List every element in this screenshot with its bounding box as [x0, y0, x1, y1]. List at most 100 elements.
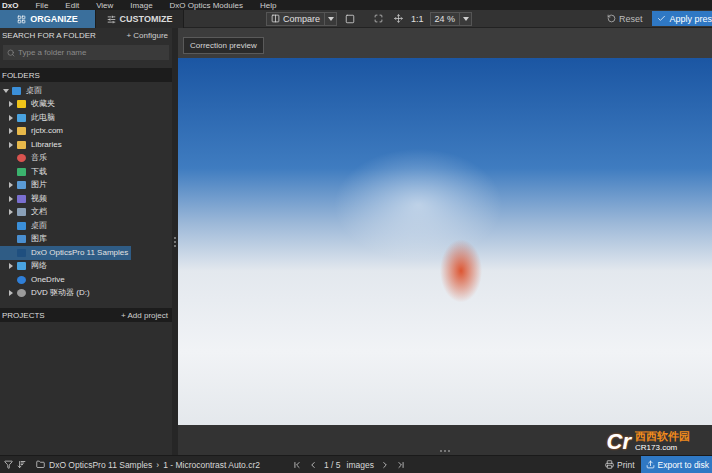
expand-arrow[interactable] — [8, 127, 14, 135]
zoom-select[interactable]: 24 % — [430, 12, 473, 26]
folder-icon — [17, 127, 26, 135]
menu-item[interactable]: File — [35, 1, 48, 10]
gallery-icon — [17, 235, 26, 243]
folder-item[interactable]: 桌面 — [0, 219, 172, 233]
folder-icon — [17, 141, 26, 149]
expand-arrow[interactable] — [8, 289, 14, 297]
expand-arrow[interactable] — [8, 181, 14, 189]
expand-arrow[interactable] — [8, 114, 14, 122]
expand-arrow[interactable] — [8, 100, 14, 108]
star-icon — [17, 100, 26, 108]
search-header: SEARCH FOR A FOLDER+ Configure — [0, 28, 172, 42]
folder-item[interactable]: 网络 — [0, 260, 172, 274]
app-logo: DxO — [2, 1, 18, 10]
folder-item[interactable]: 收藏夹 — [0, 98, 172, 112]
folder-item[interactable]: 图片 — [0, 179, 172, 193]
correction-preview-button[interactable]: Correction preview — [183, 37, 264, 54]
next-icon — [380, 460, 390, 470]
expand-arrow[interactable] — [3, 87, 9, 95]
last-image-button[interactable] — [396, 460, 406, 470]
menu-item[interactable]: View — [96, 1, 113, 10]
apply-preset-button[interactable]: Apply pres — [652, 11, 712, 26]
fit-icon — [374, 14, 383, 23]
export-button[interactable]: Export to disk — [641, 456, 712, 473]
fit-button[interactable] — [371, 12, 385, 26]
compare-dropdown[interactable] — [324, 13, 336, 25]
download-icon — [17, 168, 26, 176]
breadcrumb-separator: › — [156, 460, 159, 470]
pan-button[interactable] — [391, 12, 405, 26]
expand-arrow[interactable] — [8, 141, 14, 149]
last-icon — [396, 460, 406, 470]
filter-icon[interactable] — [4, 460, 13, 469]
cloud-icon — [17, 276, 26, 284]
sliders-icon — [107, 15, 116, 24]
expand-arrow[interactable] — [8, 262, 14, 270]
reset-button[interactable]: Reset — [603, 12, 647, 26]
watermark: Cr西西软件园CR173.com — [607, 430, 690, 454]
folder-item[interactable]: 下载 — [0, 165, 172, 179]
grid-icon — [17, 15, 26, 24]
folder-item[interactable]: 图库 — [0, 233, 172, 247]
first-image-button[interactable] — [292, 460, 302, 470]
desktop-icon — [17, 222, 26, 230]
expand-arrow[interactable] — [8, 208, 14, 216]
folder-item[interactable]: Libraries — [0, 138, 172, 152]
split-view-button[interactable] — [343, 12, 357, 26]
sort-icon[interactable] — [17, 460, 26, 469]
folder-item[interactable]: OneDrive — [0, 273, 172, 287]
export-icon — [646, 460, 655, 469]
viewer: Correction preview — [178, 28, 712, 455]
folder-tree: 桌面收藏夹此电脑rjctx.comLibraries音乐下载图片视频文档桌面图库… — [0, 82, 172, 308]
image-counter-unit: images — [347, 460, 374, 470]
disc-icon — [17, 289, 26, 297]
app-window: DxO File Edit View Image DxO Optics Modules He… — [0, 0, 712, 473]
next-image-button[interactable] — [380, 460, 390, 470]
mode-tab[interactable]: ORGANIZE — [0, 10, 96, 28]
dxo-icon — [17, 249, 26, 257]
folder-item[interactable]: rjctx.com — [0, 125, 172, 139]
menu-item[interactable]: Image — [130, 1, 152, 10]
doc-icon — [17, 208, 26, 216]
photo-preview — [178, 58, 712, 425]
menu-item[interactable]: Help — [260, 1, 276, 10]
folder-item[interactable]: DVD 驱动器 (D:) — [0, 287, 172, 301]
folder-item[interactable]: 音乐 — [0, 152, 172, 166]
print-button[interactable]: Print — [605, 460, 634, 470]
expand-arrow — [8, 249, 14, 257]
music-icon — [17, 154, 26, 162]
menu-item[interactable]: DxO Optics Modules — [170, 1, 243, 10]
folder-search-input[interactable] — [18, 48, 165, 57]
configure-button[interactable]: + Configure — [126, 31, 168, 40]
network-icon — [17, 262, 26, 270]
zoom-one-to-one[interactable]: 1:1 — [411, 14, 424, 24]
folder-item[interactable]: DxO OpticsPro 11 Samples — [0, 246, 131, 260]
apply-icon — [657, 14, 666, 23]
folder-item[interactable]: 视频 — [0, 192, 172, 206]
reset-icon — [607, 14, 616, 23]
watermark-url: CR173.com — [635, 442, 690, 453]
add-project-button[interactable]: + Add project — [121, 311, 168, 320]
menu-item[interactable]: Edit — [65, 1, 79, 10]
filmstrip-handle[interactable] — [178, 425, 712, 455]
mode-tab[interactable]: CUSTOMIZE — [96, 10, 184, 28]
folder-item[interactable]: 此电脑 — [0, 111, 172, 125]
picture-icon — [17, 181, 26, 189]
compare-button[interactable]: Compare — [266, 12, 337, 26]
expand-arrow[interactable] — [8, 195, 14, 203]
compare-icon — [271, 14, 280, 23]
menu-bar: DxO File Edit View Image DxO Optics Modules He… — [0, 0, 712, 10]
folder-item[interactable]: 文档 — [0, 206, 172, 220]
breadcrumb-file: 1 - Microcontrast Auto.cr2 — [163, 460, 260, 470]
previous-image-button[interactable] — [308, 460, 318, 470]
image-navigator: 1 / 5 images — [292, 460, 406, 470]
split-view-icon — [345, 14, 355, 24]
image-counter: 1 / 5 — [324, 460, 341, 470]
first-icon — [292, 460, 302, 470]
breadcrumb-folder[interactable]: DxO OpticsPro 11 Samples — [49, 460, 152, 470]
folder-item[interactable]: 桌面 — [0, 84, 172, 98]
